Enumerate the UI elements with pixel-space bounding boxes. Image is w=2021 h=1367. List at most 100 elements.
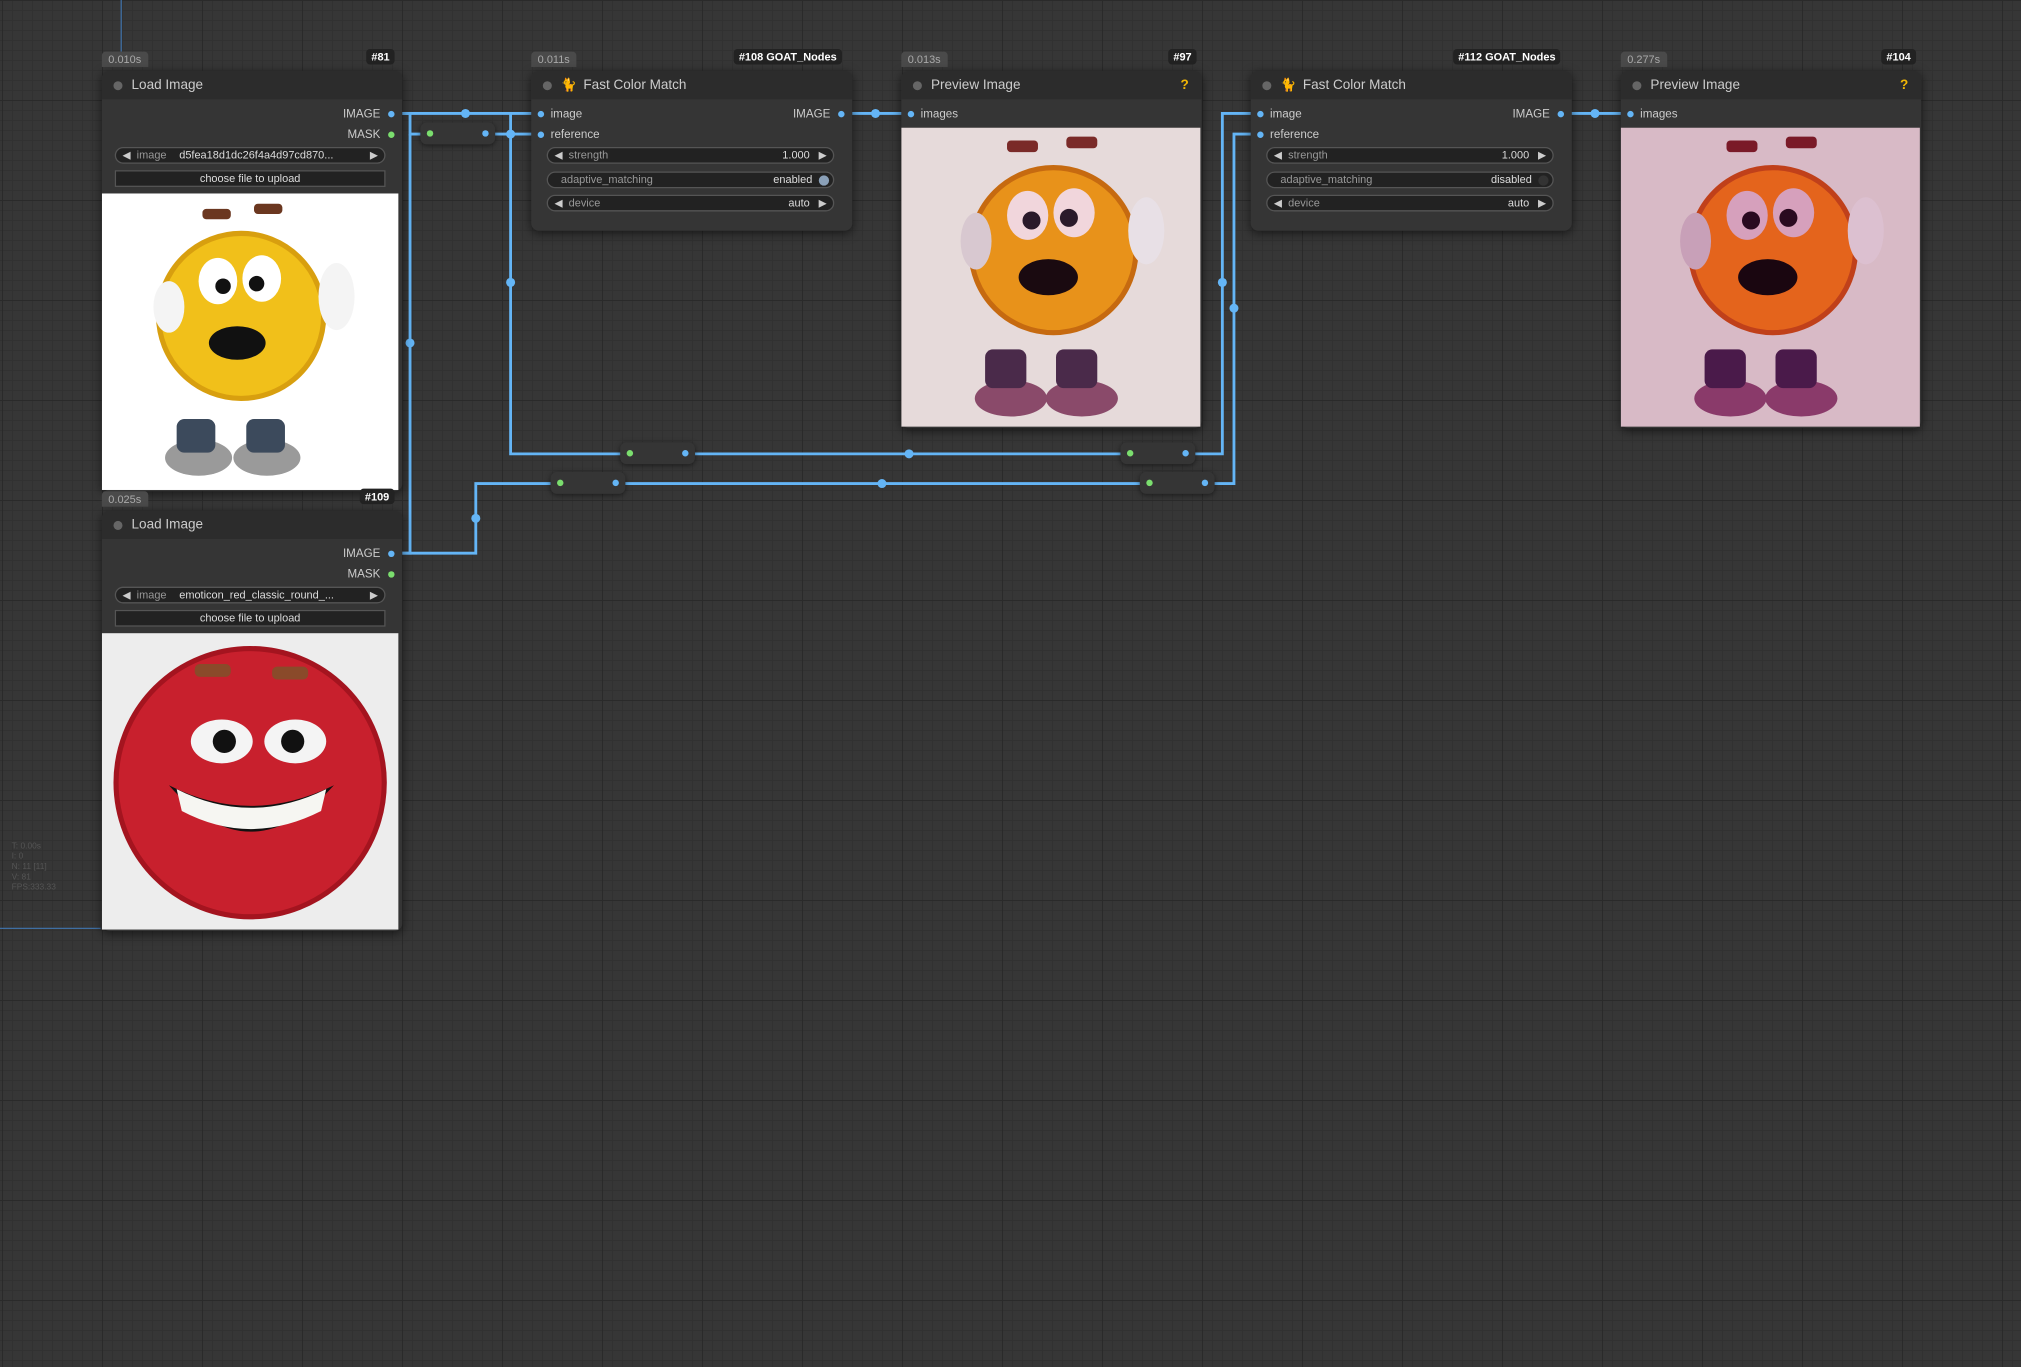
preview-image-node[interactable]: Preview Image ? images <box>901 70 1202 429</box>
node-header[interactable]: Load Image <box>101 510 403 539</box>
input-slot-reference[interactable] <box>537 131 545 138</box>
reroute-input-slot[interactable] <box>1126 450 1134 457</box>
load-image-node[interactable]: Load Image IMAGE MASK ◀ image d5fea18d1d… <box>101 70 403 492</box>
arrow-right-icon[interactable]: ▶ <box>819 196 827 210</box>
input-slot-images[interactable] <box>1627 110 1634 118</box>
reroute-output-slot[interactable] <box>1201 479 1209 487</box>
load-image-node[interactable]: Load Image IMAGE MASK ◀ image emoticon_r… <box>101 510 403 931</box>
reroute-input-slot[interactable] <box>426 130 434 137</box>
adaptive-matching-toggle[interactable]: adaptive_matching disabled <box>1266 171 1554 189</box>
stats-fps: FPS:333.33 <box>11 883 56 893</box>
node-id-badge: #97 <box>1168 48 1197 65</box>
node-id-badge: #81 <box>366 48 395 65</box>
input-slot-image[interactable] <box>1257 110 1264 118</box>
help-icon[interactable]: ? <box>1900 77 1908 92</box>
widget-value: disabled <box>1490 172 1532 186</box>
collapse-dot-icon[interactable] <box>542 80 552 90</box>
reroute-input-slot[interactable] <box>557 479 564 487</box>
widget-label: device <box>1288 195 1320 209</box>
node-header[interactable]: Preview Image ? <box>1620 70 1922 100</box>
input-label-image: image <box>550 107 583 120</box>
input-label-reference: reference <box>550 127 600 141</box>
wire-lower-left <box>390 482 560 555</box>
image-combo-widget[interactable]: ◀ image d5fea18d1dc26f4a4d97cd870... ▶ <box>114 146 386 164</box>
fast-color-match-node[interactable]: 🐈 Fast Color Match image IMAGE reference… <box>531 70 853 231</box>
collapse-dot-icon[interactable] <box>1262 80 1272 90</box>
execution-time-badge: 0.011s <box>531 51 577 68</box>
upload-button[interactable]: choose file to upload <box>114 170 386 187</box>
reroute-output-slot[interactable] <box>482 130 489 137</box>
help-icon[interactable]: ? <box>1181 77 1189 92</box>
input-label-reference: reference <box>1270 127 1320 141</box>
collapse-dot-icon[interactable] <box>113 80 123 90</box>
input-slot-reference[interactable] <box>1257 131 1264 138</box>
output-label-image: IMAGE <box>1512 107 1550 120</box>
strength-widget[interactable]: ◀ strength 1.000 ▶ <box>546 146 835 164</box>
toggle-on-icon[interactable] <box>818 175 830 186</box>
output-slot-image[interactable] <box>838 110 845 118</box>
device-combo-widget[interactable]: ◀ device auto ▶ <box>546 194 835 212</box>
strength-widget[interactable]: ◀ strength 1.000 ▶ <box>1266 146 1554 164</box>
arrow-right-icon[interactable]: ▶ <box>370 148 378 162</box>
stats-n: N: 11 [11] <box>11 862 47 872</box>
reroute-node[interactable] <box>1120 442 1196 465</box>
stats-i: I: 0 <box>11 852 24 862</box>
node-id-badge: #108 GOAT_Nodes <box>733 48 842 65</box>
reroute-node[interactable] <box>620 442 695 465</box>
arrow-left-icon[interactable]: ◀ <box>1274 148 1282 162</box>
input-slot-image[interactable] <box>537 110 545 118</box>
reroute-node[interactable] <box>1139 471 1215 494</box>
reroute-output-slot[interactable] <box>682 450 689 457</box>
output-label-mask: MASK <box>347 567 381 581</box>
reroute-output-slot[interactable] <box>612 479 619 487</box>
arrow-left-icon[interactable]: ◀ <box>122 148 130 162</box>
device-combo-widget[interactable]: ◀ device auto ▶ <box>1266 194 1554 212</box>
input-label-image: image <box>1270 107 1302 120</box>
execution-time-badge: 0.025s <box>101 491 148 507</box>
image-combo-widget[interactable]: ◀ image emoticon_red_classic_round_... ▶ <box>114 586 386 604</box>
node-header[interactable]: Load Image <box>101 70 403 100</box>
fast-color-match-node[interactable]: 🐈 Fast Color Match image IMAGE reference… <box>1250 70 1572 231</box>
collapse-dot-icon[interactable] <box>113 520 123 530</box>
execution-time-badge: 0.010s <box>101 51 148 68</box>
node-header[interactable]: 🐈 Fast Color Match <box>531 70 853 100</box>
arrow-right-icon[interactable]: ▶ <box>370 588 378 602</box>
arrow-left-icon[interactable]: ◀ <box>1274 196 1282 210</box>
adaptive-matching-toggle[interactable]: adaptive_matching enabled <box>546 171 835 189</box>
reroute-output-slot[interactable] <box>1182 450 1189 457</box>
cat-icon: 🐈 <box>560 78 577 93</box>
execution-time-badge: 0.277s <box>1620 51 1667 68</box>
reroute-input-slot[interactable] <box>1146 479 1153 487</box>
node-title: Load Image <box>131 77 204 93</box>
upload-button[interactable]: choose file to upload <box>114 609 386 627</box>
preview-image-node[interactable]: Preview Image ? images <box>1620 70 1922 429</box>
output-slot-mask[interactable] <box>388 571 395 578</box>
reroute-input-slot[interactable] <box>626 450 634 457</box>
widget-value: emoticon_red_classic_round_... <box>179 587 334 601</box>
reroute-node[interactable] <box>550 471 626 494</box>
node-header[interactable]: Preview Image ? <box>901 70 1202 100</box>
toggle-off-icon[interactable] <box>1538 175 1549 186</box>
input-slot-images[interactable] <box>907 110 915 118</box>
arrow-left-icon[interactable]: ◀ <box>554 148 562 162</box>
arrow-right-icon[interactable]: ▶ <box>819 148 827 162</box>
node-header[interactable]: 🐈 Fast Color Match <box>1250 70 1572 100</box>
output-slot-image[interactable] <box>388 110 395 118</box>
collapse-dot-icon[interactable] <box>1632 80 1642 90</box>
widget-label: adaptive_matching <box>1280 172 1373 186</box>
execution-time-badge: 0.013s <box>901 51 948 68</box>
arrow-left-icon[interactable]: ◀ <box>122 588 130 602</box>
output-slot-mask[interactable] <box>388 131 395 138</box>
emoji-red-image <box>101 633 399 930</box>
widget-label: image <box>136 148 167 162</box>
output-slot-image[interactable] <box>1557 110 1565 118</box>
arrow-right-icon[interactable]: ▶ <box>1538 196 1546 210</box>
output-slot-image[interactable] <box>388 550 395 558</box>
arrow-right-icon[interactable]: ▶ <box>1538 148 1546 162</box>
widget-value: auto <box>1507 195 1530 209</box>
node-title: Load Image <box>131 517 204 533</box>
collapse-dot-icon[interactable] <box>912 80 922 90</box>
output-label-image: IMAGE <box>792 107 831 120</box>
reroute-node[interactable] <box>420 122 496 145</box>
arrow-left-icon[interactable]: ◀ <box>554 196 562 210</box>
